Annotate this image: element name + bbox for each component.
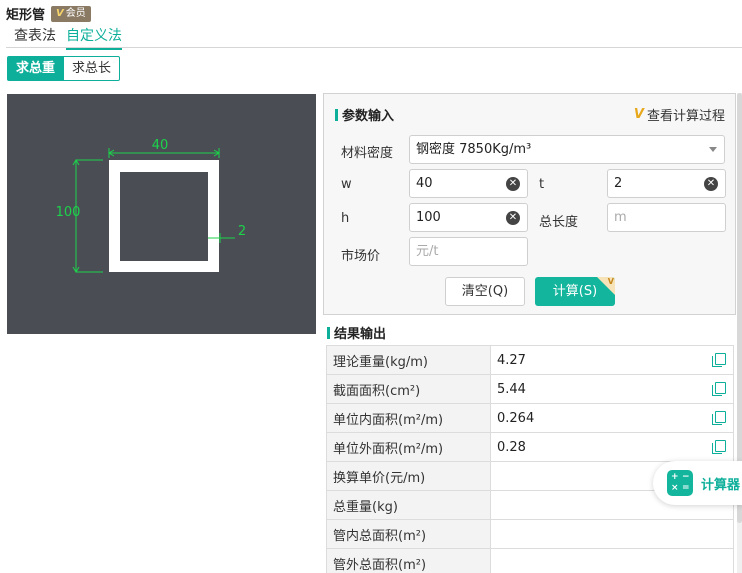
section-bar xyxy=(327,326,330,339)
w-label: w xyxy=(341,177,352,192)
result-label: 管内总面积(m²) xyxy=(326,519,491,549)
rect-tube-drawing: 40 100 2 xyxy=(56,138,246,273)
price-label: 市场价 xyxy=(341,249,381,264)
chevron-down-icon xyxy=(709,147,717,152)
width-label: 40 xyxy=(152,138,169,153)
param-section-title: 参数输入 xyxy=(335,105,394,124)
price-input[interactable]: 元/t xyxy=(409,237,528,266)
h-input[interactable]: 100 ✕ xyxy=(409,203,528,232)
table-row: 管外总面积(m²) xyxy=(326,548,734,573)
result-value-cell: 4.27 xyxy=(490,345,734,375)
clear-icon[interactable]: ✕ xyxy=(506,211,520,225)
density-select[interactable]: 钢密度 7850Kg/m³ xyxy=(409,135,725,164)
view-process-label: 查看计算过程 xyxy=(646,109,725,124)
t-value: 2 xyxy=(614,176,623,191)
clear-icon[interactable]: ✕ xyxy=(506,177,520,191)
result-label: 单位外面积(m²/m) xyxy=(326,432,491,462)
t-input[interactable]: 2 ✕ xyxy=(607,169,726,198)
table-row: 单位内面积(m²/m) 0.264 xyxy=(326,403,734,433)
page-title: 矩形管 xyxy=(6,8,46,23)
result-label: 理论重量(kg/m) xyxy=(326,345,491,375)
calculator-icon: + − × = xyxy=(667,470,693,496)
result-value-cell xyxy=(490,548,734,573)
result-value-cell: 0.264 xyxy=(490,403,734,433)
h-label: h xyxy=(341,211,350,226)
copy-icon[interactable] xyxy=(712,411,726,425)
cross-section-diagram: 40 100 2 xyxy=(7,94,316,334)
clear-icon[interactable]: ✕ xyxy=(704,177,718,191)
mode-toggle: 求总重 求总长 xyxy=(7,56,121,81)
floating-calculator-button[interactable]: + − × = 计算器 xyxy=(653,461,742,505)
copy-icon[interactable] xyxy=(712,440,726,454)
result-value: 4.27 xyxy=(497,352,526,368)
calculate-label: 计算(S) xyxy=(552,284,598,299)
total-length-label: 总长度 xyxy=(539,215,579,230)
result-label: 单位内面积(m²/m) xyxy=(326,403,491,433)
clear-button[interactable]: 清空(Q) xyxy=(445,277,525,306)
h-value: 100 xyxy=(416,210,441,225)
result-value-cell: 5.44 xyxy=(490,374,734,404)
result-label: 管外总面积(m²) xyxy=(326,548,491,573)
result-section-title: 结果输出 xyxy=(327,323,386,342)
result-value: 0.28 xyxy=(497,439,526,455)
vip-badge-icon: V xyxy=(56,7,64,19)
param-section-label: 参数输入 xyxy=(342,109,395,124)
vip-corner-text: V xyxy=(607,277,614,286)
copy-icon[interactable] xyxy=(712,382,726,396)
table-row: 单位外面积(m²/m) 0.28 xyxy=(326,432,734,462)
height-label: 100 xyxy=(56,205,81,220)
vip-badge-text: 会员 xyxy=(65,7,86,19)
density-label: 材料密度 xyxy=(341,146,394,161)
copy-icon[interactable] xyxy=(712,353,726,367)
result-value: 0.264 xyxy=(497,410,535,426)
result-label: 换算单价(元/m) xyxy=(326,461,491,491)
calculate-button[interactable]: 计算(S) V xyxy=(535,277,615,306)
result-label: 总重量(kg) xyxy=(326,490,491,520)
result-section-label: 结果输出 xyxy=(334,327,387,342)
vip-icon: V xyxy=(633,107,644,122)
param-input-panel: 参数输入 V 查看计算过程 材料密度 钢密度 7850Kg/m³ w 40 ✕ … xyxy=(323,93,736,315)
title-row: 矩形管 V 会员 xyxy=(6,4,91,23)
scroll-thumb[interactable] xyxy=(737,93,742,523)
w-input[interactable]: 40 ✕ xyxy=(409,169,528,198)
vip-badge: V 会员 xyxy=(51,5,91,22)
table-row: 截面面积(cm²) 5.44 xyxy=(326,374,734,404)
w-value: 40 xyxy=(416,176,433,191)
result-label: 截面面积(cm²) xyxy=(326,374,491,404)
t-label: t xyxy=(539,177,545,192)
thickness-label: 2 xyxy=(238,224,246,239)
total-weight-mode-button[interactable]: 求总重 xyxy=(7,56,65,81)
result-value-cell xyxy=(490,519,734,549)
result-table: 理论重量(kg/m) 4.27 截面面积(cm²) 5.44 单位内面积(m²/… xyxy=(326,345,734,573)
table-row: 管内总面积(m²) xyxy=(326,519,734,549)
view-process-link[interactable]: V 查看计算过程 xyxy=(634,105,725,124)
result-value-cell: 0.28 xyxy=(490,432,734,462)
tube-inner xyxy=(120,172,208,261)
density-value: 钢密度 7850Kg/m³ xyxy=(416,142,532,157)
table-row: 理论重量(kg/m) 4.27 xyxy=(326,345,734,375)
calculator-label: 计算器 xyxy=(701,477,741,493)
total-length-mode-button[interactable]: 求总长 xyxy=(64,56,121,81)
total-length-input[interactable]: m xyxy=(607,203,726,232)
section-bar xyxy=(335,108,338,121)
result-value: 5.44 xyxy=(497,381,526,397)
tabs-divider xyxy=(6,47,742,48)
